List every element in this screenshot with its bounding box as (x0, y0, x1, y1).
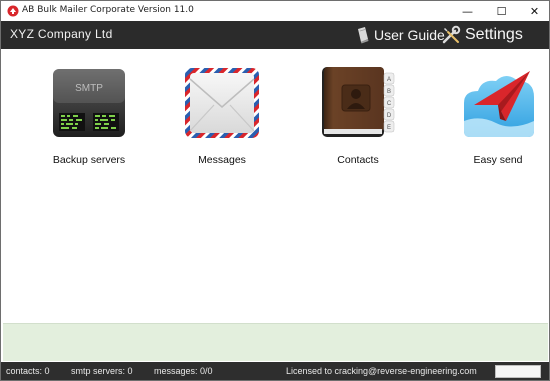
settings-button[interactable]: Settings (441, 24, 523, 46)
tab-e: E (387, 125, 391, 131)
contacts-tile[interactable]: A B C D E Contacts (298, 63, 418, 173)
envelope-icon (185, 68, 259, 138)
contacts-count: contacts: 0 (6, 366, 50, 376)
status-field (495, 365, 541, 378)
easy-send-label: Easy send (473, 154, 523, 166)
app-window: AB Bulk Mailer Corporate Version 11.0 — … (0, 0, 550, 381)
app-logo-icon (7, 5, 19, 17)
settings-label: Settings (465, 26, 523, 43)
user-guide-button[interactable]: User Guide (356, 24, 445, 46)
messages-label: Messages (198, 154, 246, 166)
window-title: AB Bulk Mailer Corporate Version 11.0 (22, 5, 194, 15)
maximize-button[interactable]: ☐ (485, 1, 518, 21)
info-panel (3, 323, 548, 361)
status-bar: contacts: 0 smtp servers: 0 messages: 0/… (1, 362, 549, 380)
title-bar[interactable]: AB Bulk Mailer Corporate Version 11.0 — … (1, 1, 549, 21)
tab-c: C (387, 101, 392, 107)
close-button[interactable]: ✕ (518, 1, 549, 21)
smtp-servers-count: smtp servers: 0 (71, 366, 133, 376)
easy-send-tile[interactable]: Easy send (438, 63, 549, 173)
smtp-server-icon: SMTP (53, 69, 125, 137)
license-text: Licensed to cracking@reverse-engineering… (286, 366, 477, 376)
paper-plane-icon (464, 71, 534, 137)
messages-count: messages: 0/0 (154, 366, 213, 376)
smtp-icon-text: SMTP (75, 83, 103, 94)
wrench-screwdriver-icon (442, 25, 461, 44)
minimize-button[interactable]: — (451, 1, 484, 21)
app-header: XYZ Company Ltd User Guide Settings (1, 21, 549, 49)
messages-tile[interactable]: Messages (162, 63, 282, 173)
address-book-icon: A B C D E (322, 67, 395, 137)
backup-servers-label: Backup servers (52, 154, 126, 166)
tab-a: A (387, 77, 391, 83)
company-name: XYZ Company Ltd (10, 27, 113, 41)
tab-b: B (387, 89, 391, 95)
backup-servers-tile[interactable]: SMTP Backup servers (29, 63, 149, 173)
book-icon (358, 27, 369, 44)
user-guide-label: User Guide (374, 27, 445, 43)
contacts-label: Contacts (337, 154, 379, 166)
tab-d: D (387, 113, 392, 119)
